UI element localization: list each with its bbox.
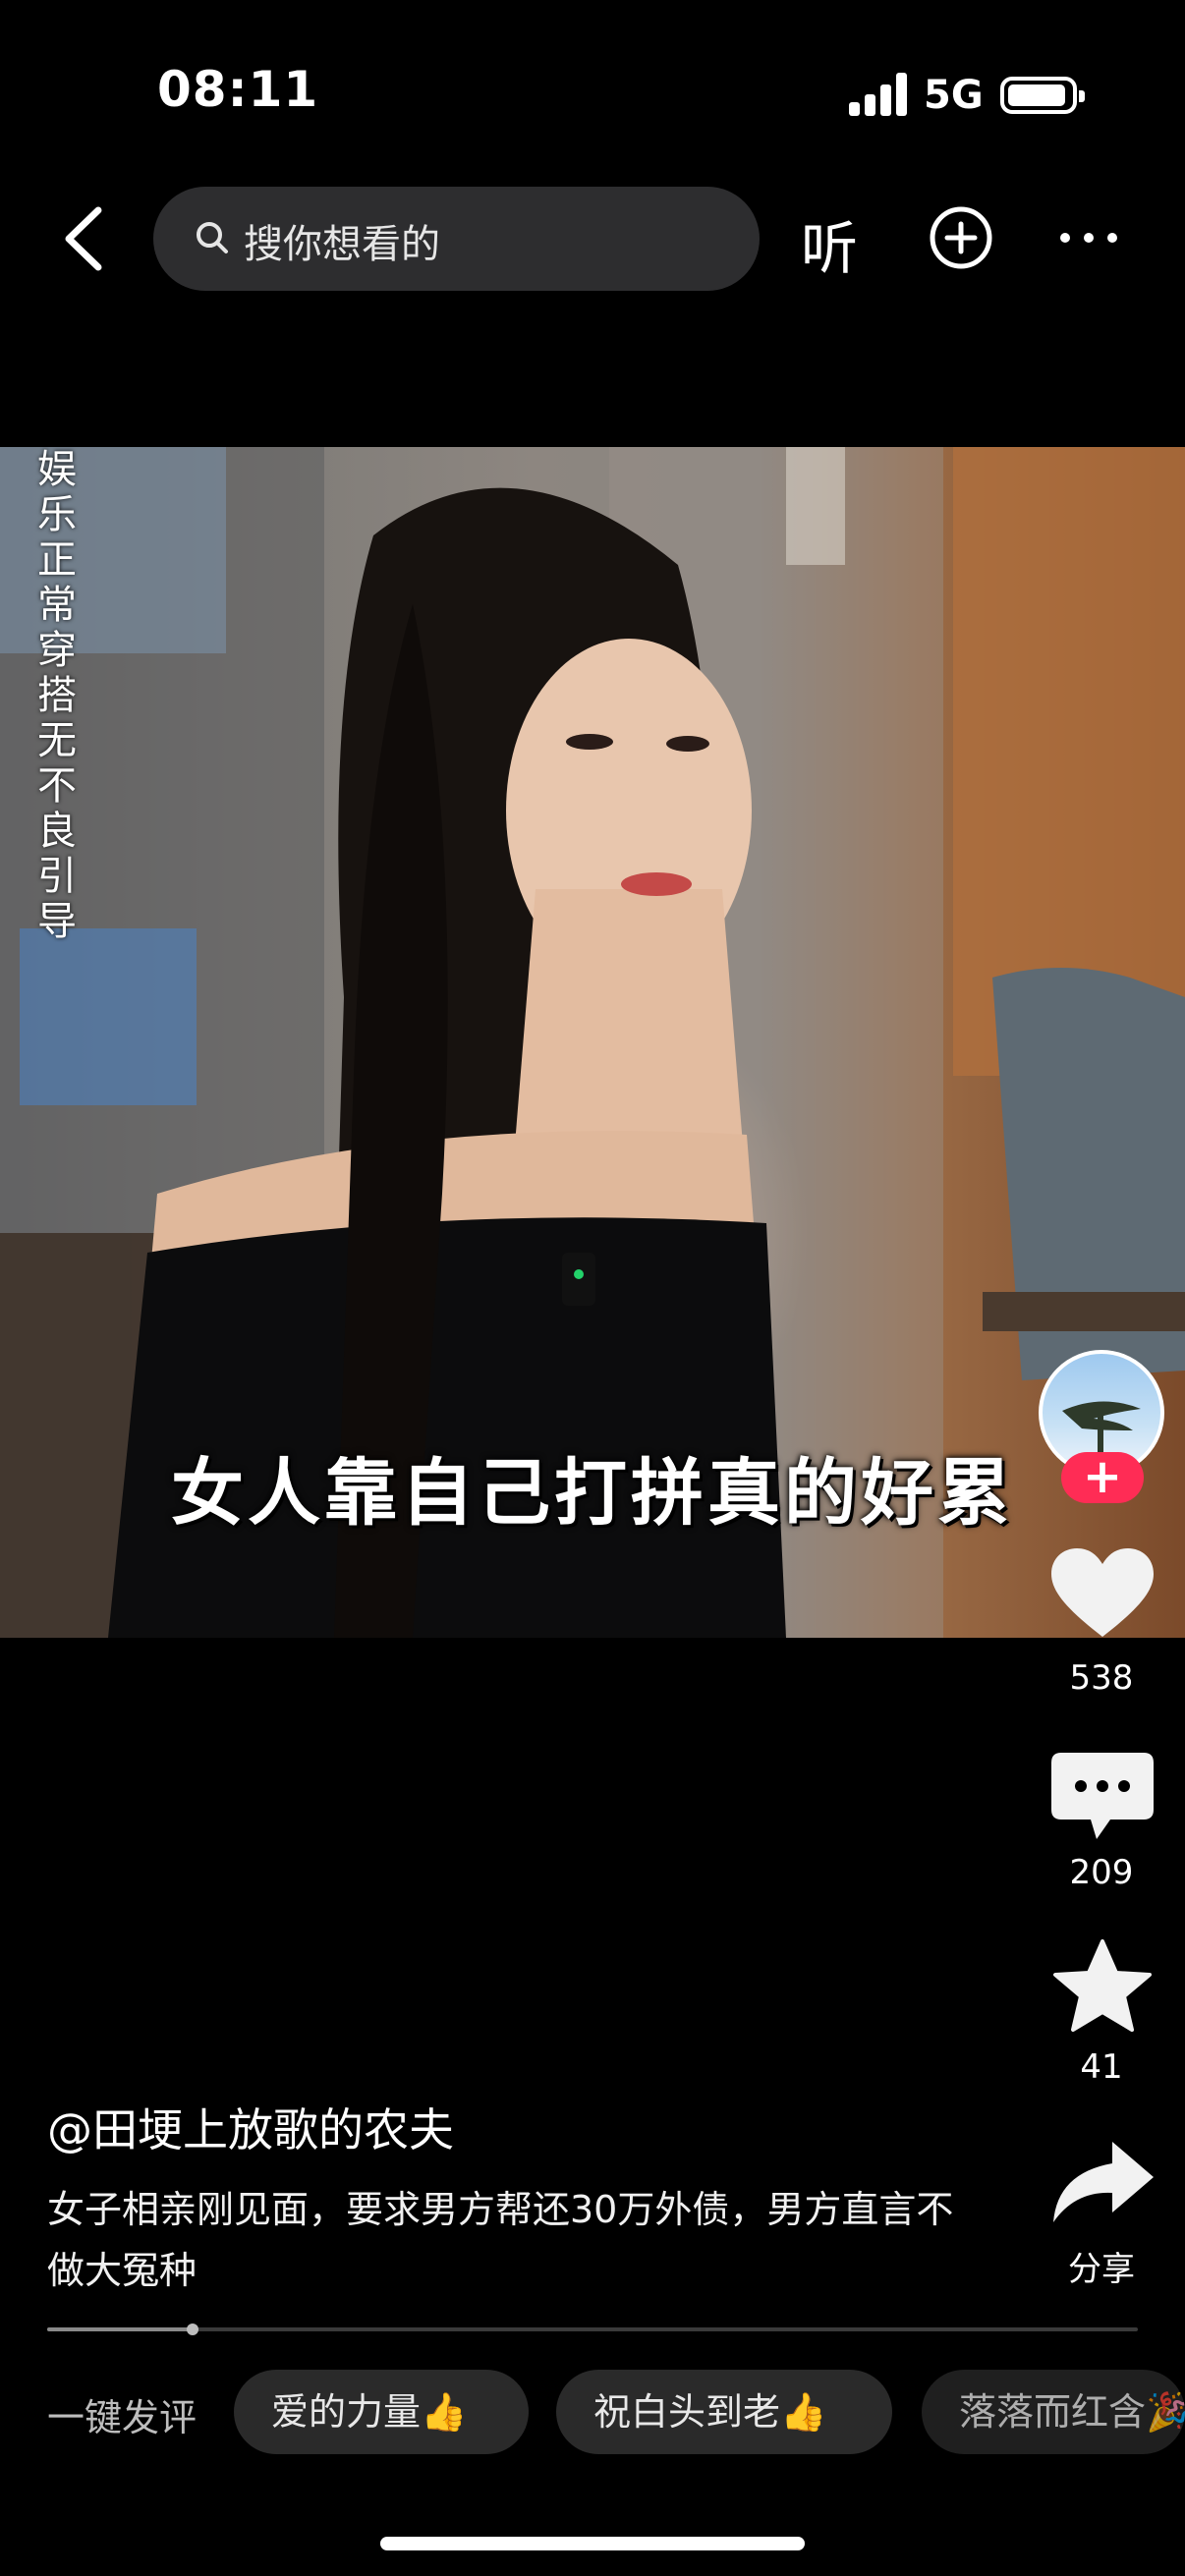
share-arrow-icon[interactable]: [1047, 2134, 1157, 2232]
comment-count: 209: [1069, 1853, 1134, 1892]
author-name[interactable]: @田埂上放歌的农夫: [47, 2095, 454, 2159]
quick-comment-chip[interactable]: 落落而红含🎉: [922, 2370, 1185, 2454]
share-label[interactable]: 分享: [1028, 2242, 1175, 2290]
back-button[interactable]: [55, 204, 114, 273]
quick-comment-chip[interactable]: 爱的力量👍: [234, 2370, 529, 2454]
favorite-star-icon[interactable]: [1047, 1937, 1157, 2036]
battery-icon: [1000, 77, 1085, 114]
search-bar[interactable]: 搜你想看的: [153, 187, 760, 291]
quick-comment-label: 一键发评: [47, 2396, 198, 2439]
more-button[interactable]: [1057, 220, 1120, 255]
chevron-left-icon: [65, 206, 102, 271]
more-dots-icon: [1060, 233, 1117, 243]
comment-icon[interactable]: [1047, 1747, 1157, 1845]
quick-comment-chip[interactable]: 祝白头到老👍: [556, 2370, 892, 2454]
follow-button[interactable]: +: [1061, 1452, 1144, 1503]
video-player[interactable]: 娱乐 正常穿搭 无不良引导 女人靠自己打拼真的好累: [0, 447, 1185, 1638]
home-indicator[interactable]: [380, 2537, 805, 2550]
progress-fill: [47, 2327, 193, 2331]
favorite-count: 41: [1080, 2047, 1123, 2087]
video-side-note: 娱乐 正常穿搭 无不良引导: [37, 447, 77, 944]
search-icon: [197, 222, 228, 253]
like-heart-icon[interactable]: [1047, 1544, 1157, 1643]
video-progress-bar[interactable]: [47, 2324, 1138, 2335]
signal-icon: [849, 73, 908, 116]
network-type: 5G: [924, 73, 984, 118]
status-time: 08:11: [157, 61, 319, 118]
add-button[interactable]: [928, 204, 994, 271]
like-count: 538: [1069, 1658, 1134, 1698]
video-subtitle: 女人靠自己打拼真的好累: [171, 1451, 1014, 1536]
video-caption: 女子相亲刚见面，要求男方帮还30万外债，男方直言不做大冤种: [47, 2188, 954, 2292]
search-placeholder: 搜你想看的: [244, 222, 440, 267]
progress-thumb[interactable]: [186, 2324, 198, 2335]
plus-circle-icon: [930, 206, 992, 269]
listen-button[interactable]: 听: [801, 202, 858, 285]
status-bar: 08:11 5G: [0, 0, 1185, 187]
